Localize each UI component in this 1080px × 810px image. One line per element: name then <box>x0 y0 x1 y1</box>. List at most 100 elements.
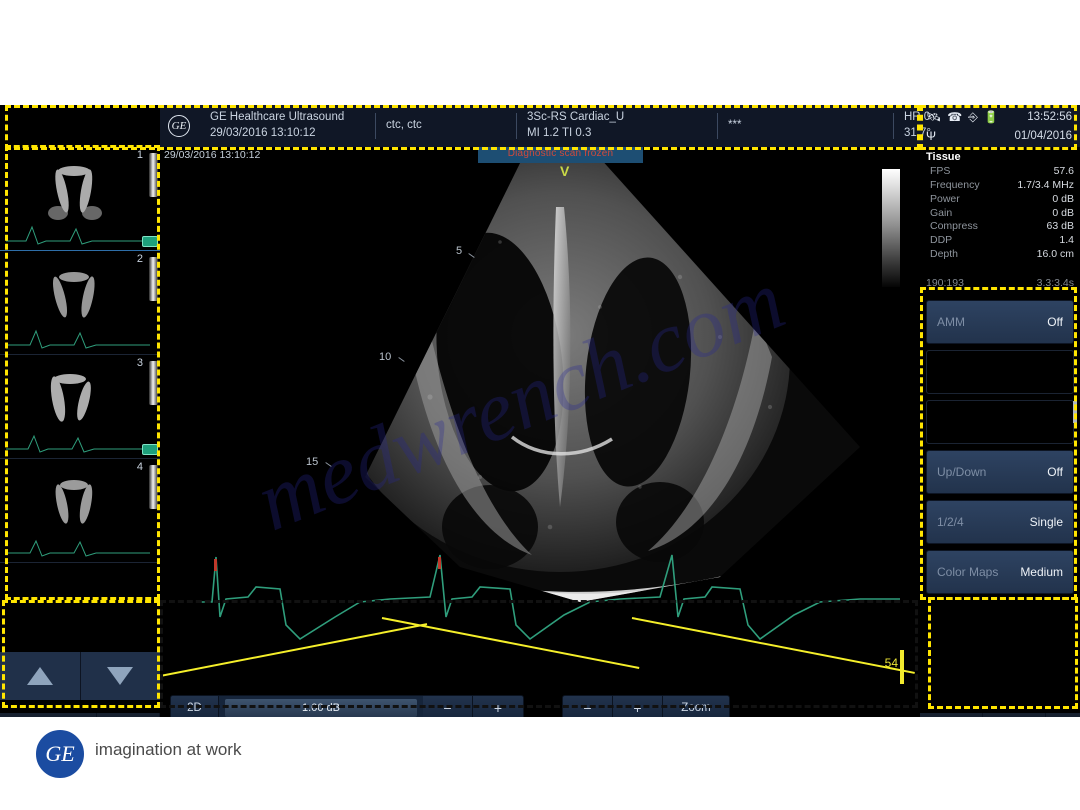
tissue-key: DDP <box>930 234 952 248</box>
thumbnail-badge <box>142 236 158 247</box>
thumbnail-2[interactable]: 2 <box>0 251 160 355</box>
ge-logo-icon: GE <box>36 730 84 778</box>
dicom-icon[interactable]: ⎆ <box>968 111 978 123</box>
softkey-value: Single <box>1030 515 1063 529</box>
softkey-layout[interactable]: 1/2/4 Single <box>926 500 1074 544</box>
softkey-scrollbar[interactable] <box>1073 401 1077 423</box>
status-icons-row-2: Ψ 01/04/2016 <box>926 126 1080 145</box>
tissue-row-power: Power 0 dB <box>926 193 1074 207</box>
exam-datetime: 29/03/2016 13:10:12 <box>210 126 365 142</box>
depth-label-5: 5 <box>456 245 462 257</box>
top-info-bar: GE GE Healthcare Ultrasound 29/03/2016 1… <box>160 105 1080 147</box>
tissue-row-depth: Depth 16.0 cm <box>926 248 1074 262</box>
frozen-banner-text: Diagnostic scan frozen <box>478 148 643 159</box>
battery-icon[interactable]: 🔋 <box>984 111 999 123</box>
ge-roundel-icon: GE <box>168 115 190 137</box>
softkey-label: 1/2/4 <box>937 515 964 529</box>
tissue-value: 0 dB <box>1052 207 1074 221</box>
thumbnail-number: 4 <box>137 461 143 473</box>
tissue-key: FPS <box>930 165 950 179</box>
network-disconnected-icon[interactable]: 🛰 <box>926 111 941 123</box>
thumbnail-image <box>0 459 160 563</box>
thumbnail-scroll-indicator[interactable] <box>149 257 158 301</box>
tissue-key: Power <box>930 193 960 207</box>
thumbnail-number: 2 <box>137 253 143 265</box>
phone-ge-icon[interactable]: ☎ <box>947 111 962 123</box>
scroll-up-button[interactable] <box>0 652 81 700</box>
softkey-label: Up/Down <box>937 465 986 479</box>
mi-ti-values: MI 1.2 TI 0.3 <box>527 126 707 142</box>
tissue-key: Compress <box>930 220 978 234</box>
grayscale-bar <box>882 169 900 287</box>
softkey-label: Color Maps <box>937 565 998 579</box>
time-span: 3.3:3.4s <box>1037 277 1074 289</box>
probe-name: 3Sc-RS Cardiac_U <box>527 110 707 126</box>
tissue-row-frequency: Frequency 1.7/3.4 MHz <box>926 179 1074 193</box>
usb-icon[interactable]: Ψ <box>926 130 936 142</box>
tissue-value: 0 dB <box>1052 193 1074 207</box>
thumbnail-nav-pad <box>0 652 160 700</box>
status-icons-row: 🛰 ☎ ⎆ 🔋 13:52:56 <box>926 107 1080 126</box>
ultrasound-image-view[interactable]: 29/03/2016 13:10:12 Diagnostic scan froz… <box>160 147 920 692</box>
image-timestamp: 29/03/2016 13:10:12 <box>164 149 260 161</box>
thumbnail-image <box>0 147 160 251</box>
ultrasound-sector-image <box>160 147 920 692</box>
tissue-value: 1.7/3.4 MHz <box>1017 179 1074 193</box>
right-marker-bar <box>900 650 904 684</box>
softkey-color-maps[interactable]: Color Maps Medium <box>926 550 1074 594</box>
footer <box>0 717 1080 810</box>
tissue-key: Gain <box>930 207 952 221</box>
tissue-key: Frequency <box>930 179 980 193</box>
tissue-value: 63 dB <box>1047 220 1074 234</box>
softkey-label: AMM <box>937 315 965 329</box>
stars-indicator: *** <box>728 118 883 134</box>
thumbnail-3[interactable]: 3 <box>0 355 160 459</box>
orientation-marker: V <box>560 163 569 179</box>
tissue-row-fps: FPS 57.6 <box>926 165 1074 179</box>
tissue-value: 57.6 <box>1054 165 1074 179</box>
softkey-panel: AMM Off Up/Down Off 1/2/4 Single Color M… <box>920 292 1080 697</box>
thumbnail-scroll-indicator[interactable] <box>149 153 158 197</box>
triangle-down-icon <box>107 667 133 685</box>
depth-label-15: 15 <box>306 456 318 468</box>
patient-name: ctc, ctc <box>386 118 506 134</box>
depth-label-10: 10 <box>379 351 391 363</box>
thumbnail-image <box>0 251 160 355</box>
softkey-value: Medium <box>1020 565 1063 579</box>
clock-date: 01/04/2016 <box>1014 130 1080 142</box>
tissue-key: Depth <box>930 248 958 262</box>
tissue-footer: 190:193 3.3:3.4s <box>926 277 1074 289</box>
tissue-value: 16.0 cm <box>1037 248 1074 262</box>
vendor-name: GE Healthcare Ultrasound <box>210 110 365 126</box>
patient-block: ctc, ctc <box>376 118 516 134</box>
tissue-row-compress: Compress 63 dB <box>926 220 1074 234</box>
softkey-empty-2[interactable] <box>926 400 1074 444</box>
screenshot-root: GE GE Healthcare Ultrasound 29/03/2016 1… <box>0 0 1080 810</box>
softkey-value: Off <box>1047 465 1063 479</box>
ge-tagline: imagination at work <box>95 740 241 760</box>
tissue-title: Tissue <box>926 151 1074 163</box>
probe-block: 3Sc-RS Cardiac_U MI 1.2 TI 0.3 <box>517 110 717 141</box>
thumbnail-scroll-indicator[interactable] <box>149 361 158 405</box>
ultrasound-console: GE GE Healthcare Ultrasound 29/03/2016 1… <box>0 105 1080 717</box>
softkey-up-down[interactable]: Up/Down Off <box>926 450 1074 494</box>
tissue-value: 1.4 <box>1059 234 1074 248</box>
thumbnail-4[interactable]: 4 <box>0 459 160 563</box>
thumbnail-number: 1 <box>137 149 143 161</box>
scroll-down-button[interactable] <box>81 652 161 700</box>
thumbnail-badge <box>142 444 158 455</box>
stars-block: *** <box>718 118 893 134</box>
softkey-amm[interactable]: AMM Off <box>926 300 1074 344</box>
thumbnail-scroll-indicator[interactable] <box>149 465 158 509</box>
tissue-row-ddp: DDP 1.4 <box>926 234 1074 248</box>
softkey-value: Off <box>1047 315 1063 329</box>
thumbnail-image <box>0 355 160 459</box>
clipboard-thumbnail-strip[interactable]: 1 2 <box>0 147 160 652</box>
frame-counter: 190:193 <box>926 277 964 289</box>
clock-time: 13:52:56 <box>1027 111 1080 123</box>
gain-slider[interactable]: 1.00 dB <box>225 699 417 717</box>
tissue-row-gain: Gain 0 dB <box>926 207 1074 221</box>
status-cluster: 🛰 ☎ ⎆ 🔋 13:52:56 Ψ 01/04/2016 <box>920 105 1080 147</box>
softkey-empty-1[interactable] <box>926 350 1074 394</box>
thumbnail-1[interactable]: 1 <box>0 147 160 251</box>
